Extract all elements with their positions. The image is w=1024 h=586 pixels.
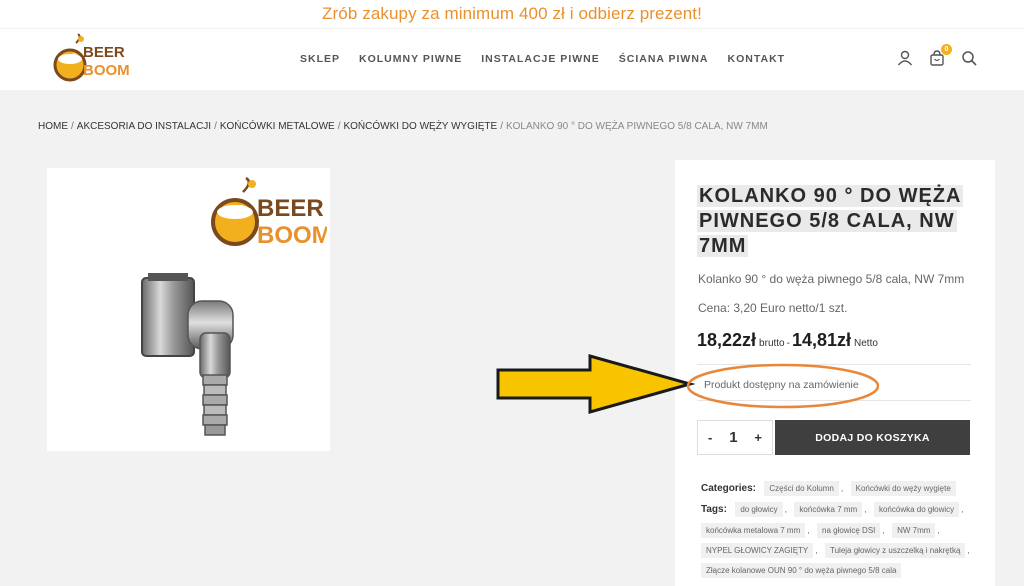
categories-row: Categories: Części do Kolumn, Końcówki d… [701, 478, 986, 499]
tags-row: Tags: do głowicy, końcówka 7 mm, końcówk… [701, 499, 986, 580]
breadcrumb-koncowki-metalowe[interactable]: KOŃCÓWKI METALOWE [220, 121, 335, 132]
cart-count-badge: 0 [941, 44, 952, 55]
quantity-stepper: - 1 + [697, 420, 773, 455]
breadcrumb-separator: / [71, 121, 74, 132]
tags-label: Tags: [701, 504, 727, 515]
site-header: BEER BOOM SKLEP KOLUMNY PIWNE INSTALACJE… [0, 28, 1024, 90]
nav-item-kolumny-piwne[interactable]: KOLUMNY PIWNE [359, 53, 462, 65]
add-to-cart-button[interactable]: DODAJ DO KOSZYKA [775, 420, 970, 455]
tag-link[interactable]: NYPEL GŁOWICY ZAGIĘTY [701, 543, 814, 558]
tag-link[interactable]: do głowicy [735, 502, 783, 517]
promo-bar: Zrób zakupy za minimum 400 zł i odbierz … [0, 0, 1024, 28]
breadcrumb-current: KOLANKO 90 ° DO WĘŻA PIWNEGO 5/8 CALA, N… [505, 121, 768, 132]
divider [697, 400, 971, 401]
breadcrumb-separator: / [214, 121, 217, 132]
user-icon[interactable] [896, 49, 914, 67]
price-net: 14,81zł [791, 330, 852, 350]
svg-text:BEER: BEER [83, 44, 125, 61]
product-image[interactable]: BEER BOOM [47, 168, 332, 451]
tag-link[interactable]: końcówka do głowicy [873, 502, 960, 517]
tag-link[interactable]: NW 7mm [892, 523, 936, 538]
nav-item-instalacje-piwne[interactable]: INSTALACJE PIWNE [481, 53, 599, 65]
cart-icon[interactable]: 0 [928, 44, 952, 67]
price-net-label: Netto [854, 338, 878, 349]
quantity-input[interactable]: 1 [729, 429, 737, 446]
quantity-increase-button[interactable]: + [754, 430, 762, 445]
svg-text:BEER: BEER [257, 195, 324, 222]
category-link[interactable]: Końcówki do węży wygięte [850, 481, 956, 496]
categories-label: Categories: [701, 483, 757, 494]
nav-item-kontakt[interactable]: KONTAKT [728, 53, 786, 65]
promo-text: Zrób zakupy za minimum 400 zł i odbierz … [322, 4, 702, 23]
product-title: KOLANKO 90 ° DO WĘŻA PIWNEGO 5/8 CALA, N… [697, 185, 964, 257]
breadcrumb: HOME / AKCESORIA DO INSTALACJI / KOŃCÓWKI ME… [38, 121, 768, 132]
header-icons: 0 [896, 44, 978, 67]
price-separator: - [786, 338, 790, 349]
svg-text:BOOM: BOOM [257, 222, 327, 249]
breadcrumb-separator: / [500, 121, 503, 132]
svg-text:BOOM: BOOM [83, 62, 130, 79]
product-short-description: Kolanko 90 ° do węża piwnego 5/8 cala, N… [698, 272, 965, 286]
breadcrumb-akcesoria[interactable]: AKCESORIA DO INSTALACJI [77, 121, 211, 132]
breadcrumb-koncowki-wygiete[interactable]: KOŃCÓWKI DO WĘŻY WYGIĘTE [343, 121, 497, 132]
availability-status: Produkt dostępny na zamówienie [704, 379, 859, 391]
category-link[interactable]: Części do Kolumn [764, 481, 839, 496]
product-meta: Categories: Części do Kolumn, Końcówki d… [701, 478, 986, 580]
tag-link[interactable]: końcówka 7 mm [794, 502, 863, 517]
image-logo: BEER BOOM [207, 176, 332, 251]
search-icon[interactable] [960, 49, 978, 67]
main-nav: SKLEP KOLUMNY PIWNE INSTALACJE PIWNE ŚCI… [300, 53, 804, 65]
divider [697, 364, 971, 365]
tag-link[interactable]: Złącze kolanowe OUN 90 ° do węża piwnego… [701, 563, 902, 578]
tag-link[interactable]: na głowicę DSI [817, 523, 881, 538]
price-row: 18,22zł brutto - 14,81zł Netto [697, 330, 878, 351]
nav-item-sklep[interactable]: SKLEP [300, 53, 340, 65]
price-note: Cena: 3,20 Euro netto/1 szt. [698, 301, 848, 315]
tag-link[interactable]: końcówka metalowa 7 mm [701, 523, 806, 538]
elbow-fitting-image [132, 263, 272, 443]
breadcrumb-separator: / [337, 121, 341, 132]
nav-item-sciana-piwna[interactable]: ŚCIANA PIWNA [619, 53, 709, 65]
product-details-card: KOLANKO 90 ° DO WĘŻA PIWNEGO 5/8 CALA, N… [675, 160, 995, 586]
price-gross: 18,22zł [697, 330, 757, 350]
price-gross-label: brutto [759, 338, 785, 349]
logo[interactable]: BEER BOOM [52, 33, 132, 85]
tag-link[interactable]: Tuleja głowicy z uszczelką i nakrętką [825, 543, 966, 558]
breadcrumb-home[interactable]: HOME [38, 121, 68, 132]
quantity-decrease-button[interactable]: - [708, 430, 712, 445]
